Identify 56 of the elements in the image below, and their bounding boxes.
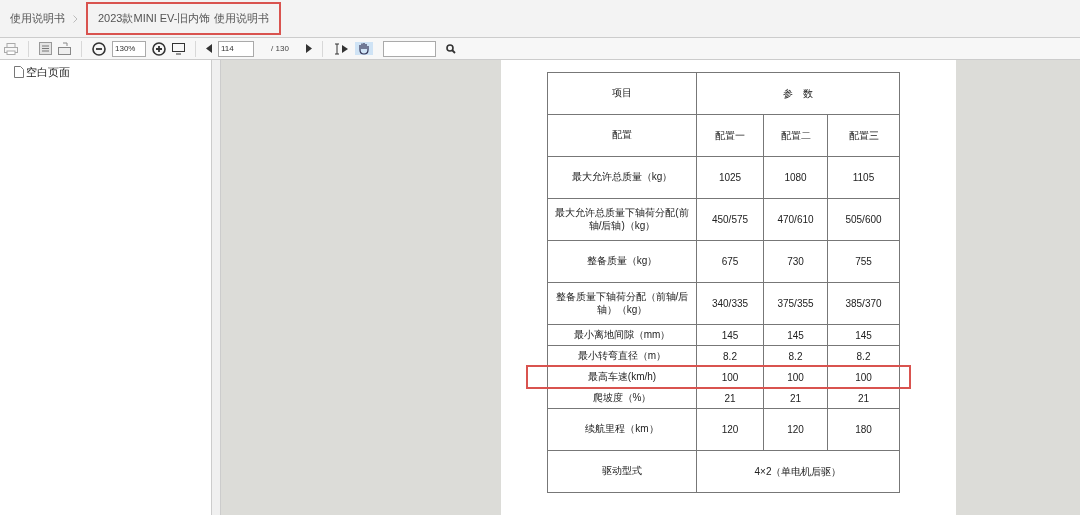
table-cell: 755 [827,240,900,283]
table-cell: 1080 [763,156,828,199]
table-cell: 最大允许总质量下轴荷分配(前轴/后轴)（kg） [547,198,697,241]
table-cell: 驱动型式 [547,450,697,493]
table-cell: 配置二 [763,114,828,157]
next-page-icon[interactable] [306,44,312,53]
table-cell: 1025 [696,156,764,199]
table-cell: 145 [827,324,900,346]
table-cell: 整备质量下轴荷分配（前轴/后轴）（kg） [547,282,697,325]
table-cell: 最小转弯直径（m） [547,345,697,367]
table-cell: 21 [827,387,900,409]
page-rotate-icon[interactable] [58,42,71,55]
table-cell: 项目 [547,72,697,115]
zoom-in-icon[interactable] [152,41,166,56]
text-select-icon[interactable] [333,42,349,55]
table-cell: 续航里程（km） [547,408,697,451]
zoom-field[interactable]: 130% [112,40,146,57]
table-cell: 385/370 [827,282,900,325]
zoom-out-icon[interactable] [92,41,106,56]
hand-tool-icon[interactable] [355,42,373,55]
chevron-icon [73,14,78,23]
page-icon [14,66,24,79]
page-total: / 130 [270,42,290,55]
search-field[interactable] [383,40,436,57]
table-cell: 145 [696,324,764,346]
page-field[interactable]: 114 [218,40,254,57]
table-cell: 最小离地间隙（mm） [547,324,697,346]
page-list-icon[interactable] [39,42,52,55]
table-cell: 180 [827,408,900,451]
table-cell: 730 [763,240,828,283]
table-cell: 配置一 [696,114,764,157]
table-cell: 505/600 [827,198,900,241]
table-cell: 配置 [547,114,697,157]
table-cell: 120 [696,408,764,451]
table-cell: 450/575 [696,198,764,241]
table-cell: 375/355 [763,282,828,325]
previous-page-icon[interactable] [206,44,212,53]
table-cell: 21 [696,387,764,409]
table-cell: 整备质量（kg） [547,240,697,283]
table-cell: 470/610 [763,198,828,241]
table-cell: 340/335 [696,282,764,325]
search-icon[interactable] [446,43,456,54]
table-cell: 675 [696,240,764,283]
table-cell: 配置三 [827,114,900,157]
table-cell: 120 [763,408,828,451]
table-cell: 参 数 [696,72,900,115]
outline-item[interactable]: 空白页面 [14,64,211,81]
table-cell: 145 [763,324,828,346]
table-cell: 4×2（单电机后驱） [696,450,900,493]
table-cell: 最大允许总质量（kg） [547,156,697,199]
table-cell: 21 [763,387,828,409]
table-cell: 爬坡度（%） [547,387,697,409]
breadcrumb-link[interactable]: 2023款MINI EV-旧内饰 使用说明书 [86,2,281,35]
monitor-icon[interactable] [172,42,185,55]
table-cell: 1105 [827,156,900,199]
breadcrumb-link[interactable]: 使用说明书 [10,4,65,33]
